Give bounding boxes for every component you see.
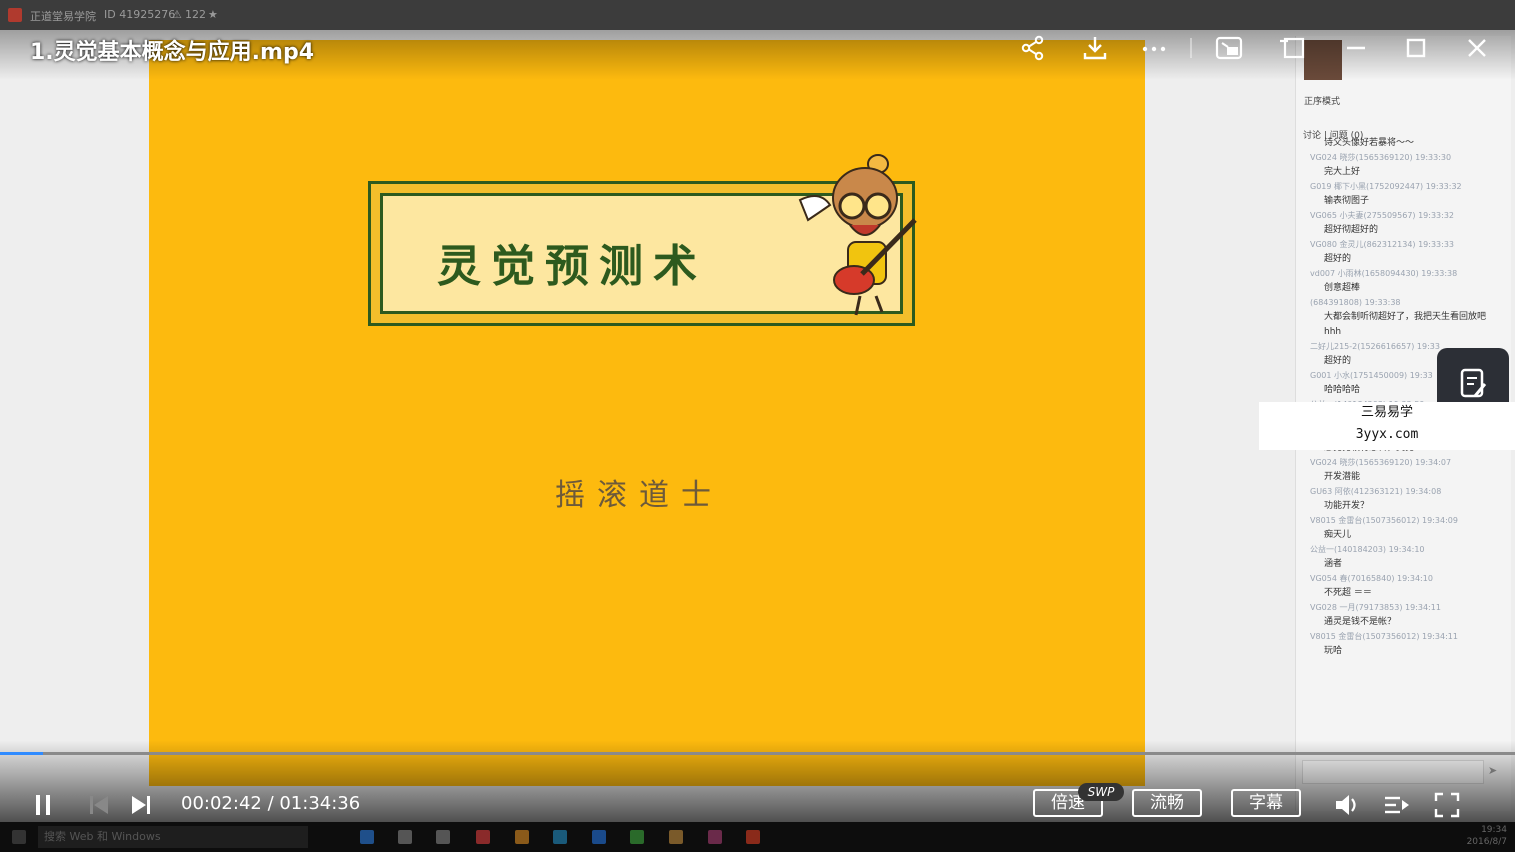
volume-icon[interactable]: [1332, 790, 1362, 820]
pause-icon[interactable]: [28, 790, 58, 820]
taskbar: 搜索 Web 和 Windows 19:34 2016/8/7: [0, 822, 1515, 852]
room-id: ID 41925276: [104, 8, 176, 21]
playback-time: 00:02:42 / 01:34:36: [181, 793, 361, 814]
chat-message-meta: VG024 晓莎(1565369120) 19:33:30: [1310, 153, 1452, 162]
chat-message-meta: 公益一(140184203) 19:34:10: [1310, 545, 1425, 554]
chat-message-meta: VG028 一月(79173853) 19:34:11: [1310, 603, 1441, 612]
mascot-illustration: [790, 150, 930, 320]
chat-message-meta: GU63 阿依(412363121) 19:34:08: [1310, 487, 1442, 496]
recorded-app-title: 正道堂易学院: [30, 10, 96, 23]
wechat-icon[interactable]: [630, 830, 644, 844]
app-icon-1[interactable]: [476, 830, 490, 844]
chat-message-text: 超好彻超好的: [1324, 225, 1379, 235]
chat-message-text: 通灵是钱不是帐？: [1324, 617, 1397, 627]
clock-time: 19:34: [1481, 825, 1507, 835]
app-icon-4[interactable]: [592, 830, 606, 844]
lecture-slide: [149, 40, 1145, 786]
minimize-icon[interactable]: [1341, 33, 1371, 63]
app-icon-7[interactable]: [746, 830, 760, 844]
start-icon[interactable]: [12, 830, 26, 844]
chat-message-meta: V8015 金雷台(1507356012) 19:34:11: [1310, 632, 1458, 641]
chat-message-text: 输表彻图子: [1324, 196, 1370, 206]
chat-message-meta: VG080 金灵儿(862312134) 19:33:33: [1310, 240, 1455, 249]
subtitle-button[interactable]: 字幕: [1231, 789, 1301, 817]
chat-message-meta: (684391808) 19:33:38: [1310, 298, 1401, 307]
watermark-line1: 三易易学: [1360, 405, 1413, 420]
app-logo-icon: [8, 8, 22, 22]
chat-message-text: 完大上好: [1324, 167, 1361, 177]
chat-message-text: 大都会制听彻超好了，我把天生看回放吧: [1324, 312, 1487, 322]
taskbar-search[interactable]: 搜索 Web 和 Windows: [38, 826, 308, 848]
fullscreen-icon[interactable]: [1432, 790, 1462, 820]
progress-fill: [0, 752, 44, 755]
chat-message-meta: VG065 小夫妻(275509567) 19:33:32: [1310, 211, 1455, 220]
toolbar-divider: [1190, 38, 1192, 58]
recorded-app-titlebar: 正道堂易学院 ID 41925276 ⚠ 122 ★: [0, 0, 1515, 30]
playlist-icon[interactable]: [1382, 790, 1412, 820]
explorer-icon[interactable]: [398, 830, 412, 844]
chat-message-text: 开发潜能: [1324, 472, 1361, 482]
maximize-icon[interactable]: [1401, 33, 1431, 63]
chat-message-text: 诗父头像好若暴将～～: [1324, 138, 1415, 148]
chat-mode-label[interactable]: 正序模式: [1304, 94, 1340, 107]
slide-author: 摇滚道士: [555, 478, 723, 513]
watermark: 三易易学 3yyx.com: [1259, 402, 1515, 450]
chat-message-text: 创意超棒: [1324, 283, 1361, 293]
chat-message-text: 功能开发？: [1324, 501, 1370, 511]
pin-window-icon[interactable]: [1278, 33, 1308, 63]
more-icon[interactable]: [1139, 33, 1169, 63]
download-icon[interactable]: [1080, 33, 1110, 63]
chat-message-meta: V8015 金雷台(1507356012) 19:34:09: [1310, 516, 1458, 525]
chat-message-text: 超好的: [1324, 254, 1352, 264]
store-icon[interactable]: [436, 830, 450, 844]
chat-message-meta: G019 椰下小黑(1752092447) 19:33:32: [1310, 182, 1462, 191]
viewer-count-icon: ⚠: [172, 8, 182, 21]
previous-icon[interactable]: [84, 790, 114, 820]
chat-message-meta: vd007 小雨林(1658094430) 19:33:38: [1310, 269, 1458, 278]
slide-title: 灵觉预测术: [437, 241, 707, 292]
viewer-count: 122: [185, 8, 206, 21]
picture-in-picture-icon[interactable]: [1214, 33, 1244, 63]
clock-date: 2016/8/7: [1466, 837, 1507, 847]
app-icon-5[interactable]: [669, 830, 683, 844]
close-icon[interactable]: [1462, 33, 1492, 63]
taskbar-clock: 19:34 2016/8/7: [1467, 824, 1507, 848]
share-icon[interactable]: [1018, 33, 1048, 63]
file-title: 1.灵觉基本概念与应用.mp4: [30, 40, 315, 65]
watermark-line2: 3yyx.com: [1355, 427, 1419, 442]
app-icon-2[interactable]: [515, 830, 529, 844]
edge-icon[interactable]: [360, 830, 374, 844]
star-icon: ★: [208, 8, 218, 21]
chat-message-meta: VG024 晓莎(1565369120) 19:34:07: [1310, 458, 1452, 467]
chat-message-text: 玩哈: [1324, 646, 1343, 656]
app-icon-6[interactable]: [708, 830, 722, 844]
svip-badge: SWP: [1078, 783, 1124, 801]
chat-message-text: 痴天儿: [1324, 530, 1352, 540]
app-icon-3[interactable]: [553, 830, 567, 844]
progress-track[interactable]: [0, 752, 1515, 755]
chat-message-text: 不死超 ＝＝: [1324, 588, 1372, 598]
next-icon[interactable]: [126, 790, 156, 820]
chat-message-text: hhh: [1324, 327, 1342, 337]
quality-button[interactable]: 流畅: [1132, 789, 1202, 817]
chat-message-text: 涵者: [1324, 559, 1343, 569]
chat-message-meta: VG054 春(70165840) 19:34:10: [1310, 574, 1433, 583]
